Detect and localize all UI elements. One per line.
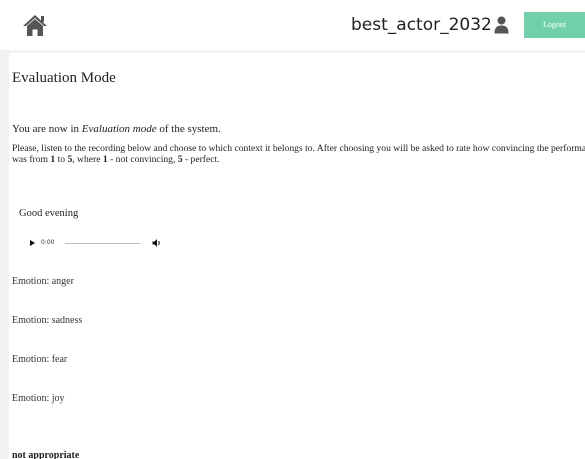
volume-icon[interactable] (152, 238, 162, 248)
username-label: best_actor_2032 (351, 15, 492, 35)
recording-phrase: Good evening (19, 208, 79, 219)
emotion-option-joy[interactable]: Emotion: joy (12, 393, 65, 405)
intro-text: You are now in Evaluation mode of the sy… (12, 123, 221, 136)
top-navbar: best_actor_2032 Logout (0, 0, 585, 50)
instructions-part: - not convincing, (107, 154, 178, 165)
audio-player: 0:00 (27, 237, 187, 251)
emotion-option-sadness[interactable]: Emotion: sadness (12, 315, 82, 327)
home-icon[interactable] (22, 13, 48, 37)
page-title: Evaluation Mode (12, 70, 116, 86)
instructions-part: , where (72, 154, 103, 165)
intro-mode: Evaluation mode (81, 123, 157, 135)
instructions-part: to (55, 154, 68, 165)
not-appropriate-option[interactable]: not appropriate (12, 450, 79, 459)
instructions-text: Please, listen to the recording below an… (12, 143, 585, 165)
intro-before: You are now in (12, 123, 82, 135)
user-icon (494, 16, 509, 34)
audio-time: 0:00 (41, 239, 55, 246)
logout-button[interactable]: Logout (524, 12, 585, 38)
evaluation-panel: Evaluation Mode You are now in Evaluatio… (9, 53, 585, 459)
emotion-option-fear[interactable]: Emotion: fear (12, 354, 67, 366)
intro-after: of the system. (156, 123, 221, 135)
audio-seek-bar[interactable] (65, 243, 140, 244)
emotion-option-anger[interactable]: Emotion: anger (12, 276, 74, 288)
play-icon[interactable] (30, 240, 35, 246)
instructions-part: - perfect. (182, 154, 220, 165)
